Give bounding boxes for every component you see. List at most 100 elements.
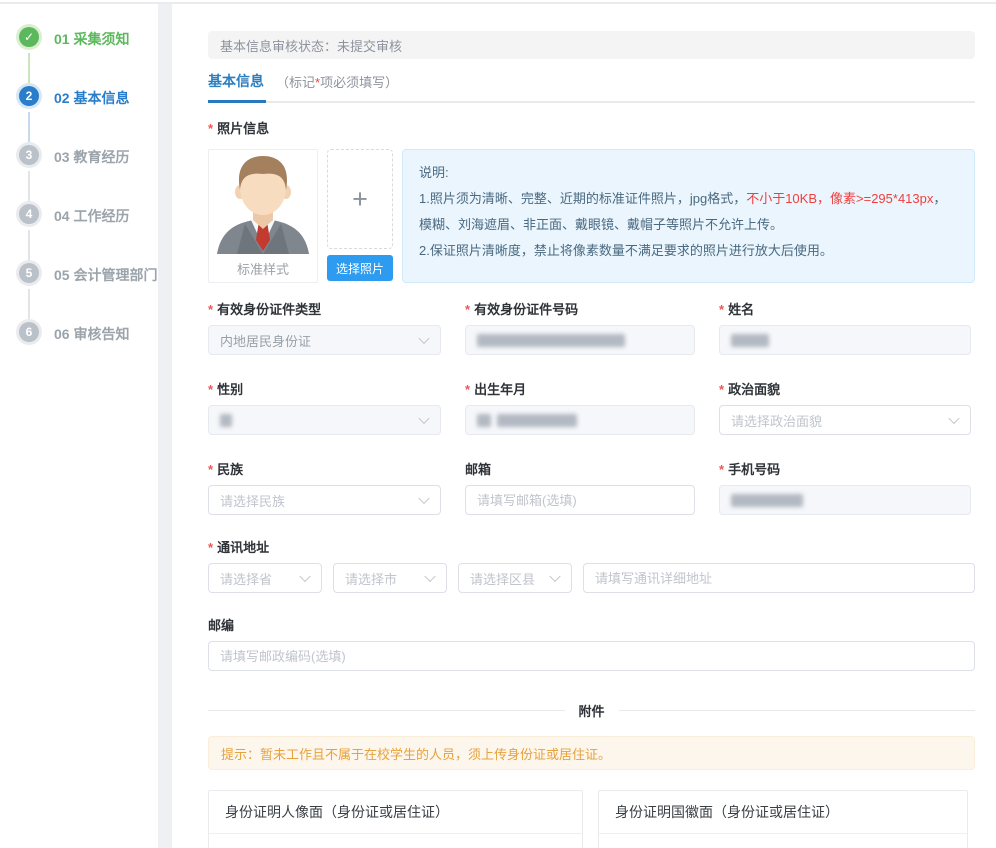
id-type-select: 内地居民身份证 bbox=[208, 325, 441, 355]
field-birth-date: *出生年月 bbox=[465, 379, 695, 435]
chevron-down-icon bbox=[948, 413, 959, 424]
select-placeholder: 请选择区县 bbox=[470, 569, 535, 588]
field-full-name: *姓名 bbox=[719, 299, 971, 355]
address-row: 请选择省 请选择市 请选择区县 bbox=[208, 563, 975, 593]
field-ethnicity: *民族请选择民族 bbox=[208, 459, 441, 515]
birth-date-label: *出生年月 bbox=[465, 379, 695, 398]
attachment-card-title: 身份证明人像面（身份证或居住证） bbox=[209, 791, 582, 834]
full-name-input bbox=[719, 325, 971, 355]
step-label: 03 教育经历 bbox=[54, 147, 129, 167]
step-label: 04 工作经历 bbox=[54, 206, 129, 226]
step-number: 6 bbox=[19, 322, 39, 342]
sidebar-step-6[interactable]: 6 06 审核告知 bbox=[19, 322, 158, 381]
address-city-select[interactable]: 请选择市 bbox=[333, 563, 447, 593]
step-connector bbox=[28, 53, 30, 83]
step-label: 02 基本信息 bbox=[54, 88, 129, 108]
tab-basic-info[interactable]: 基本信息 bbox=[208, 71, 266, 103]
chevron-down-icon bbox=[418, 333, 429, 344]
step-connector bbox=[28, 112, 30, 142]
id-number-label: *有效身份证件号码 bbox=[465, 299, 695, 318]
step-label: 06 审核告知 bbox=[54, 324, 129, 344]
sidebar-step-3[interactable]: 3 03 教育经历 bbox=[19, 145, 158, 204]
sidebar-step-1[interactable]: ✓01 采集须知 bbox=[19, 27, 158, 86]
zip-block: 邮编 bbox=[208, 615, 975, 671]
sample-avatar-image bbox=[209, 150, 317, 254]
tab-required-hint: （标记*项必须填写） bbox=[276, 72, 398, 101]
redacted-value bbox=[497, 414, 577, 427]
select-value: 请选择民族 bbox=[220, 491, 285, 510]
attachment-notice: 提示：暂未工作且不属于在校学生的人员，须上传身份证或居住证。 bbox=[208, 736, 975, 770]
step-connector bbox=[28, 289, 30, 319]
id-number-input bbox=[465, 325, 695, 355]
attachment-card-portrait-side: 身份证明人像面（身份证或居住证）点击上传证明附件只能上传（jpg,jpeg,pn… bbox=[208, 790, 583, 848]
select-value: 内地居民身份证 bbox=[220, 331, 311, 350]
birth-date-input bbox=[465, 405, 695, 435]
political-status-label: *政治面貌 bbox=[719, 379, 971, 398]
zip-label: 邮编 bbox=[208, 615, 975, 634]
address-block: *通讯地址 请选择省请选择市请选择区县 bbox=[208, 537, 975, 593]
political-status-select[interactable]: 请选择政治面貌 bbox=[719, 405, 971, 435]
required-asterisk: * bbox=[208, 382, 213, 397]
photo-note-line1: 1.照片须为清晰、完整、近期的标准证件照片，jpg格式，不小于10KB，像素>=… bbox=[419, 186, 958, 238]
gender-select bbox=[208, 405, 441, 435]
field-email: 邮箱 bbox=[465, 459, 695, 515]
sample-photo-card: 标准样式 bbox=[208, 149, 318, 283]
photo-note-red-text: 不小于10KB，像素>=295*413px bbox=[746, 191, 933, 206]
phone-label: *手机号码 bbox=[719, 459, 971, 478]
sidebar-step-2[interactable]: 2 02 基本信息 bbox=[19, 86, 158, 145]
chevron-down-icon bbox=[418, 413, 429, 424]
choose-photo-button[interactable]: 选择照片 bbox=[327, 255, 393, 281]
redacted-value bbox=[731, 334, 769, 347]
photo-note-line2: 2.保证照片清晰度，禁止将像素数量不满足要求的照片进行放大后使用。 bbox=[419, 238, 958, 264]
photo-note-title: 说明: bbox=[419, 160, 958, 186]
step-number: 2 bbox=[19, 86, 39, 106]
status-bar: 基本信息审核状态：未提交审核 bbox=[208, 31, 975, 59]
email-input[interactable] bbox=[465, 485, 695, 515]
required-asterisk: * bbox=[719, 382, 724, 397]
required-asterisk: * bbox=[465, 302, 470, 317]
sidebar-step-5[interactable]: 5 05 会计管理部门 bbox=[19, 263, 158, 322]
photo-upload-dropzone[interactable]: + bbox=[327, 149, 393, 249]
sidebar-divider bbox=[158, 2, 172, 848]
attachment-card-body: 点击上传证明附件只能上传（jpg,jpeg,png）图片文件，大于20KB且不超… bbox=[599, 834, 967, 848]
field-id-type: *有效身份证件类型内地居民身份证 bbox=[208, 299, 441, 355]
select-placeholder: 请选择市 bbox=[345, 569, 397, 588]
step-connector bbox=[28, 171, 30, 201]
attachment-card-emblem-side: 身份证明国徽面（身份证或居住证）点击上传证明附件只能上传（jpg,jpeg,pn… bbox=[598, 790, 968, 848]
field-id-number: *有效身份证件号码 bbox=[465, 299, 695, 355]
attachments-divider-label: 附件 bbox=[579, 701, 605, 720]
tabs: 基本信息 （标记*项必须填写） bbox=[208, 71, 975, 103]
redacted-value bbox=[477, 414, 491, 427]
gender-label: *性别 bbox=[208, 379, 441, 398]
photo-row: 标准样式 + 选择照片 说明: 1.照片须为清晰、完整、近期的标准证件照片，jp… bbox=[208, 149, 975, 283]
step-number: 3 bbox=[19, 145, 39, 165]
select-placeholder: 请选择省 bbox=[220, 569, 272, 588]
sidebar-step-4[interactable]: 404 工作经历 bbox=[19, 204, 158, 263]
id-type-label: *有效身份证件类型 bbox=[208, 299, 441, 318]
photo-instructions: 说明: 1.照片须为清晰、完整、近期的标准证件照片，jpg格式，不小于10KB，… bbox=[402, 149, 975, 283]
address-detail-input[interactable] bbox=[583, 563, 975, 593]
chevron-down-icon bbox=[418, 493, 429, 504]
field-political-status: *政治面貌请选择政治面貌 bbox=[719, 379, 971, 435]
address-district-select[interactable]: 请选择区县 bbox=[458, 563, 572, 593]
page: ✓01 采集须知2 02 基本信息 3 03 教育经历 404 工作经历5 05 会计管理… bbox=[0, 0, 996, 848]
attachment-card-title: 身份证明国徽面（身份证或居住证） bbox=[599, 791, 967, 834]
required-asterisk: * bbox=[208, 462, 213, 477]
step-label: 05 会计管理部门 bbox=[54, 265, 157, 285]
check-icon: ✓ bbox=[19, 27, 39, 47]
steps-sidebar: ✓01 采集须知2 02 基本信息 3 03 教育经历 404 工作经历5 05 会计管理… bbox=[0, 0, 158, 848]
address-province-select[interactable]: 请选择省 bbox=[208, 563, 322, 593]
redacted-value bbox=[731, 494, 803, 507]
step-connector bbox=[28, 230, 30, 260]
required-asterisk: * bbox=[465, 382, 470, 397]
redacted-value bbox=[477, 334, 625, 347]
step-number: 5 bbox=[19, 263, 39, 283]
chevron-down-icon bbox=[299, 571, 310, 582]
zip-input[interactable] bbox=[208, 641, 975, 671]
phone-input bbox=[719, 485, 971, 515]
field-gender: *性别 bbox=[208, 379, 441, 435]
step-list: ✓01 采集须知2 02 基本信息 3 03 教育经历 404 工作经历5 05 会计管理… bbox=[19, 27, 158, 381]
photo-section-label: *照片信息 bbox=[208, 118, 975, 137]
chevron-down-icon bbox=[424, 571, 435, 582]
ethnicity-select[interactable]: 请选择民族 bbox=[208, 485, 441, 515]
